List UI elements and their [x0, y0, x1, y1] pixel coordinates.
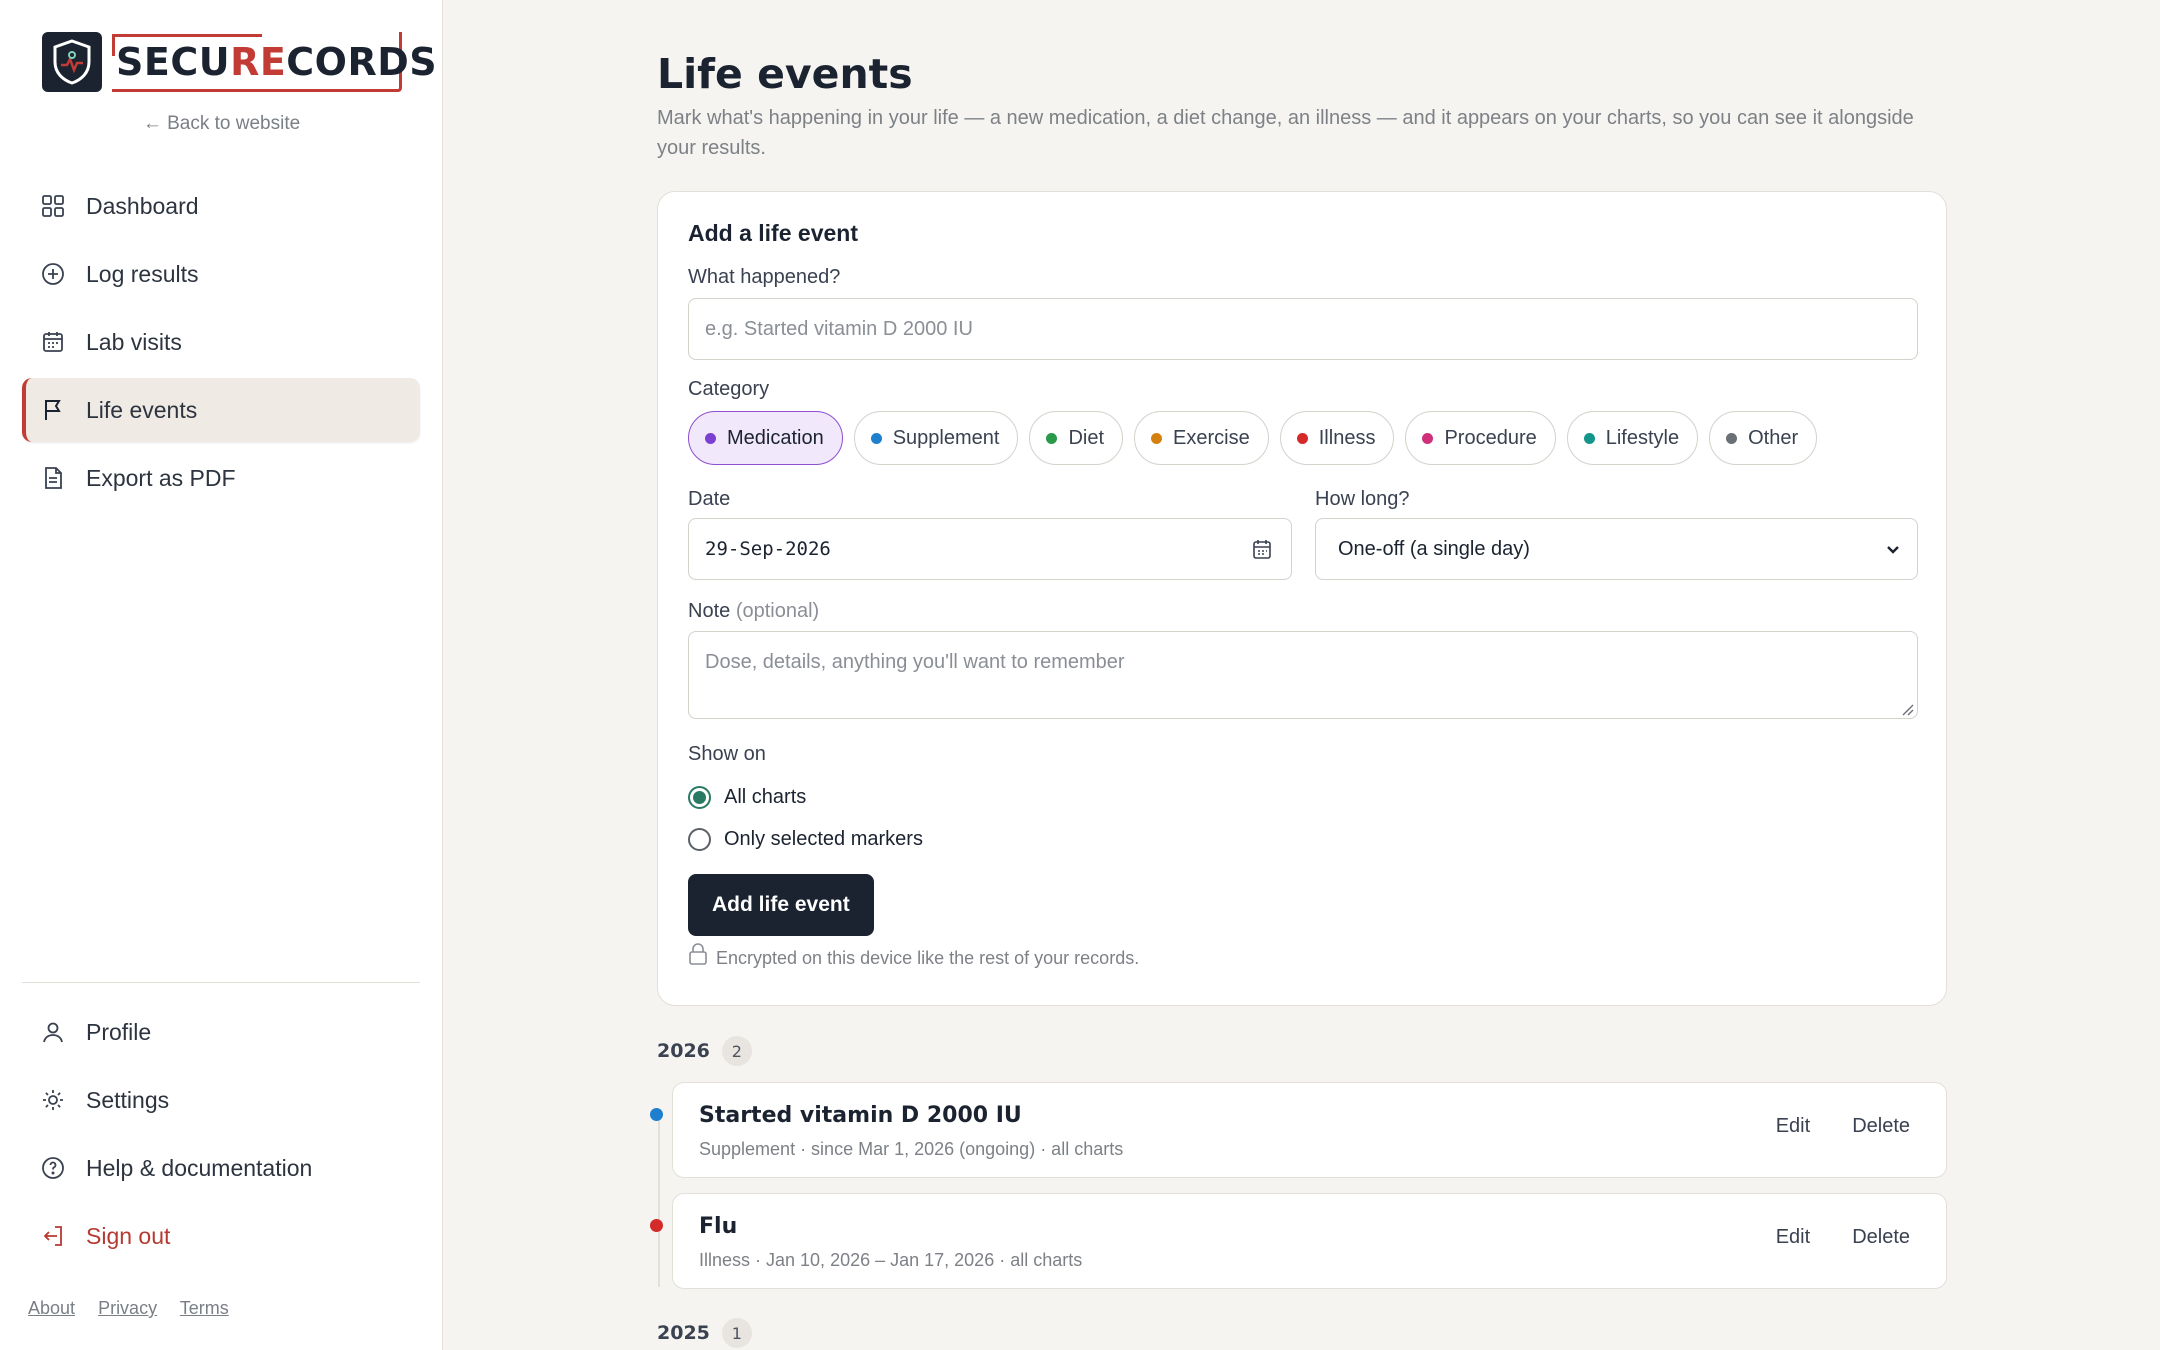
chevron-down-icon: [1885, 541, 1901, 564]
year-group-2025: 2025 1: [657, 1318, 752, 1348]
color-dot-icon: [1151, 432, 1163, 444]
delete-event-button[interactable]: Delete: [1852, 1115, 1910, 1138]
category-chip-other[interactable]: Other: [1709, 411, 1818, 465]
event-title: Flu: [699, 1214, 738, 1239]
life-event-card: Flu Illness · Jan 10, 2026 – Jan 17, 202…: [650, 1193, 1947, 1289]
resize-handle-icon[interactable]: [1900, 702, 1914, 721]
event-color-dot-icon: [650, 1108, 663, 1121]
sun-gear-icon: [40, 1087, 66, 1113]
sign-out-icon: [40, 1223, 66, 1249]
nav-item-label: Settings: [86, 1086, 170, 1113]
radio-checked-icon[interactable]: [688, 786, 711, 809]
radio-only-selected-markers[interactable]: Only selected markers: [688, 828, 923, 851]
add-life-event-card: Add a life event What happened? e.g. Sta…: [657, 191, 1947, 1006]
category-chip-medication[interactable]: Medication: [688, 411, 843, 465]
card-title: Add a life event: [688, 220, 858, 246]
color-dot-icon: [705, 432, 716, 444]
add-life-event-button[interactable]: Add life event: [688, 874, 874, 936]
help-circle-icon: [40, 1155, 66, 1181]
back-to-website-link[interactable]: ← Back to website: [0, 113, 443, 135]
event-color-dot-icon: [650, 1219, 663, 1232]
category-chip-supplement[interactable]: Supplement: [853, 411, 1019, 465]
lock-icon: [688, 942, 708, 971]
event-title: Started vitamin D 2000 IU: [699, 1103, 1022, 1128]
sidebar: SECURECORDS ← Back to website Dashboard …: [0, 0, 443, 1350]
note-label: Note (optional): [688, 600, 820, 622]
note-textarea[interactable]: Dose, details, anything you'll want to r…: [688, 631, 1918, 719]
color-dot-icon: [870, 432, 882, 444]
category-chips: Medication Supplement Diet Exercise Illn…: [688, 411, 1828, 465]
date-value: 29-Sep-2026: [705, 538, 831, 560]
event-meta: Illness · Jan 10, 2026 – Jan 17, 2026 · …: [699, 1250, 1083, 1270]
date-label: Date: [688, 488, 731, 510]
page-title: Life events: [657, 50, 913, 98]
life-event-card: Started vitamin D 2000 IU Supplement · s…: [650, 1082, 1947, 1178]
encryption-note: Encrypted on this device like the rest o…: [688, 943, 1139, 971]
calendar-picker-icon[interactable]: [1253, 539, 1271, 564]
nav-item-label: Lab visits: [86, 328, 182, 355]
nav-item-label: Profile: [86, 1018, 152, 1045]
calendar-icon: [40, 329, 66, 355]
how-long-value: One-off (a single day): [1338, 537, 1530, 560]
nav-item-lab-visits[interactable]: Lab visits: [22, 310, 420, 374]
color-dot-icon: [1583, 432, 1595, 444]
what-happened-label: What happened?: [688, 266, 841, 288]
logo[interactable]: SECURECORDS: [42, 32, 437, 92]
footer-link-about[interactable]: About: [28, 1298, 75, 1318]
category-label: Category: [688, 378, 770, 400]
shield-logo-icon: [42, 32, 102, 92]
logo-wordmark: SECURECORDS: [112, 32, 437, 92]
color-dot-icon: [1296, 432, 1308, 444]
color-dot-icon: [1422, 432, 1434, 444]
color-dot-icon: [1726, 432, 1738, 444]
category-chip-exercise[interactable]: Exercise: [1134, 411, 1269, 465]
category-chip-illness[interactable]: Illness: [1279, 411, 1395, 465]
plus-circle-icon: [40, 261, 66, 287]
nav-item-sign-out[interactable]: Sign out: [22, 1204, 420, 1268]
nav-item-log-results[interactable]: Log results: [22, 242, 420, 306]
category-chip-diet[interactable]: Diet: [1029, 411, 1124, 465]
nav-item-help[interactable]: Help & documentation: [22, 1136, 420, 1200]
what-happened-input[interactable]: e.g. Started vitamin D 2000 IU: [688, 298, 1918, 360]
nav-item-label: Export as PDF: [86, 464, 236, 491]
grid-icon: [40, 193, 66, 219]
year-count-badge: 1: [721, 1318, 752, 1348]
radio-all-charts[interactable]: All charts: [688, 786, 806, 809]
footer-link-privacy[interactable]: Privacy: [98, 1298, 157, 1318]
date-input[interactable]: 29-Sep-2026: [688, 518, 1292, 580]
nav-item-label: Help & documentation: [86, 1154, 313, 1181]
nav-item-dashboard[interactable]: Dashboard: [22, 174, 420, 238]
footer-link-terms[interactable]: Terms: [180, 1298, 229, 1318]
timeline-line: [658, 1112, 660, 1287]
flag-icon: [40, 397, 66, 423]
nav-item-label: Dashboard: [86, 192, 199, 219]
year-group-2026: 2026 2: [657, 1036, 752, 1066]
year-count-badge: 2: [721, 1036, 752, 1066]
edit-event-button[interactable]: Edit: [1776, 1226, 1810, 1249]
show-on-label: Show on: [688, 743, 766, 765]
nav-item-settings[interactable]: Settings: [22, 1068, 420, 1132]
delete-event-button[interactable]: Delete: [1852, 1226, 1910, 1249]
how-long-select[interactable]: One-off (a single day): [1315, 518, 1918, 580]
nav-item-label: Life events: [86, 396, 198, 423]
document-icon: [40, 465, 66, 491]
event-meta: Supplement · since Mar 1, 2026 (ongoing)…: [699, 1139, 1124, 1159]
main-nav: Dashboard Log results Lab visits Life ev…: [22, 174, 420, 514]
category-chip-lifestyle[interactable]: Lifestyle: [1566, 411, 1699, 465]
nav-item-label: Sign out: [86, 1222, 171, 1249]
sidebar-divider: [22, 982, 420, 983]
nav-item-profile[interactable]: Profile: [22, 1000, 420, 1064]
edit-event-button[interactable]: Edit: [1776, 1115, 1810, 1138]
radio-unchecked-icon[interactable]: [688, 828, 711, 851]
page-subtitle: Mark what's happening in your life — a n…: [657, 107, 1914, 159]
how-long-label: How long?: [1315, 488, 1410, 510]
footer-links: About Privacy Terms: [28, 1298, 247, 1319]
category-chip-procedure[interactable]: Procedure: [1405, 411, 1556, 465]
nav-item-life-events[interactable]: Life events: [22, 378, 420, 442]
nav-item-export-pdf[interactable]: Export as PDF: [22, 446, 420, 510]
secondary-nav: Profile Settings Help & documentation Si…: [22, 1000, 420, 1272]
nav-item-label: Log results: [86, 260, 199, 287]
color-dot-icon: [1046, 432, 1058, 444]
user-icon: [40, 1019, 66, 1045]
